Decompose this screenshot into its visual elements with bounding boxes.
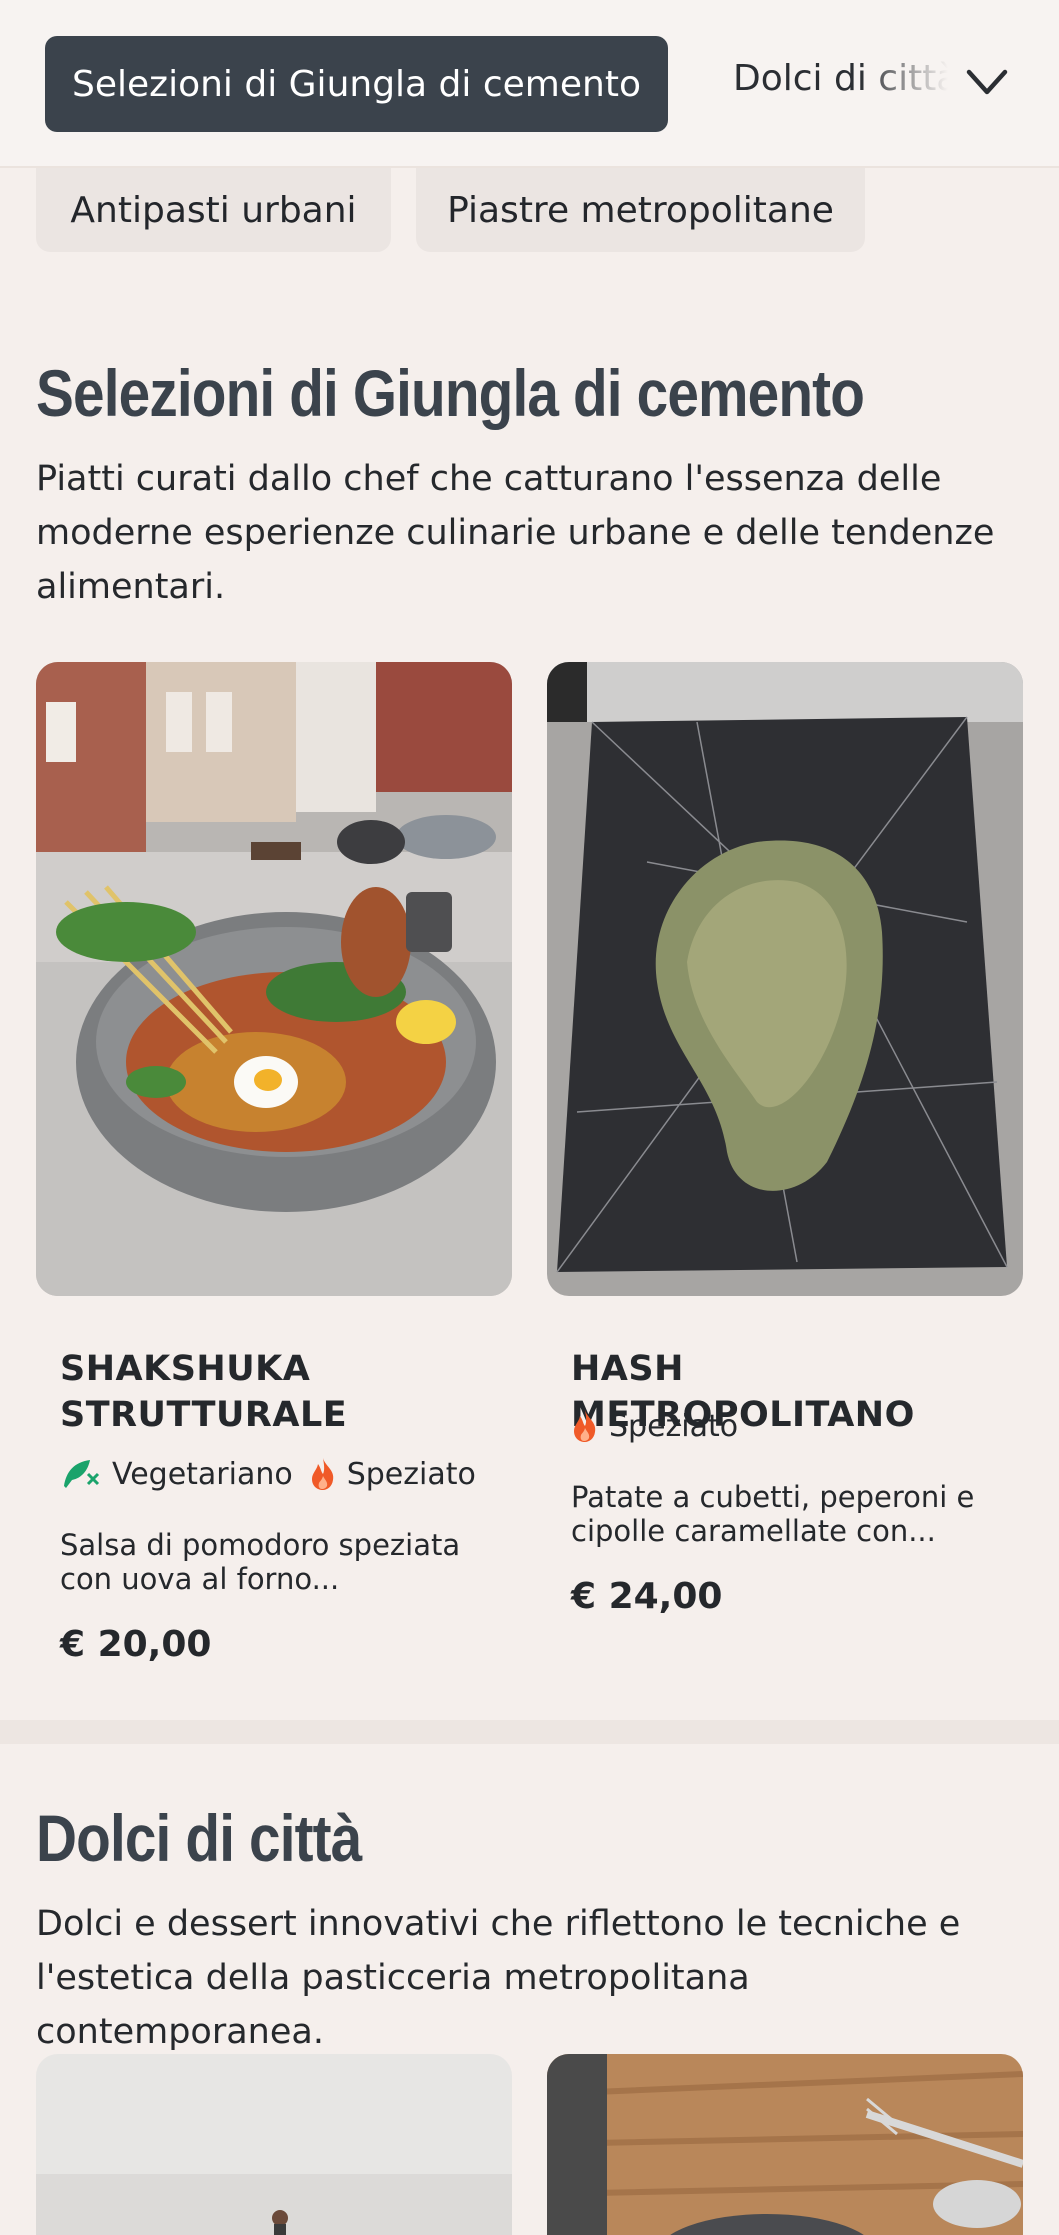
section-title: Dolci di città bbox=[36, 1801, 362, 1875]
category-nav: Selezioni di Giungla di cemento Dolci di… bbox=[0, 0, 1059, 168]
chevron-down-icon[interactable] bbox=[963, 62, 1011, 102]
category-tab-active[interactable]: Selezioni di Giungla di cemento bbox=[45, 36, 668, 132]
tag-label: Vegetariano bbox=[112, 1456, 293, 1492]
dish-photo-shakshuka[interactable] bbox=[36, 662, 512, 1296]
dish-photo[interactable] bbox=[36, 2054, 512, 2235]
flame-icon bbox=[574, 1410, 596, 1442]
scroll-fade bbox=[860, 40, 970, 126]
dish-tags: Vegetariano Speziato bbox=[60, 1456, 492, 1492]
dish-name[interactable]: SHAKSHUKA STRUTTURALE bbox=[60, 1346, 480, 1438]
tag-label: Speziato bbox=[346, 1456, 476, 1492]
vegetarian-icon bbox=[64, 1460, 100, 1488]
tag-vegetarian: Vegetariano bbox=[60, 1456, 293, 1492]
subcategory-chip[interactable]: Piastre metropolitane bbox=[416, 168, 865, 252]
tag-spicy: Speziato bbox=[571, 1408, 738, 1444]
subcategory-chip[interactable]: Antipasti urbani bbox=[36, 168, 391, 252]
section-divider bbox=[0, 1720, 1059, 1744]
dish-price: € 24,00 bbox=[571, 1576, 723, 1617]
dish-price: € 20,00 bbox=[60, 1624, 212, 1665]
section-description: Dolci e dessert innovativi che rifletton… bbox=[36, 1904, 961, 2052]
subcategory-nav: Antipasti urbani Piastre metropolitane bbox=[0, 168, 1059, 252]
flame-icon bbox=[311, 1458, 333, 1490]
tag-spicy: Speziato bbox=[309, 1456, 476, 1492]
dish-description: Salsa di pomodoro speziata con uova al f… bbox=[60, 1528, 461, 1596]
dish-photo-hash[interactable] bbox=[547, 662, 1023, 1296]
section-title: Selezioni di Giungla di cemento bbox=[36, 356, 865, 430]
dish-tags: Speziato bbox=[571, 1408, 754, 1444]
dish-description: Patate a cubetti, peperoni e cipolle car… bbox=[571, 1480, 975, 1548]
dish-photo[interactable] bbox=[547, 2054, 1023, 2235]
section-description: Piatti curati dallo chef che catturano l… bbox=[36, 459, 995, 607]
tag-label: Speziato bbox=[609, 1408, 739, 1444]
